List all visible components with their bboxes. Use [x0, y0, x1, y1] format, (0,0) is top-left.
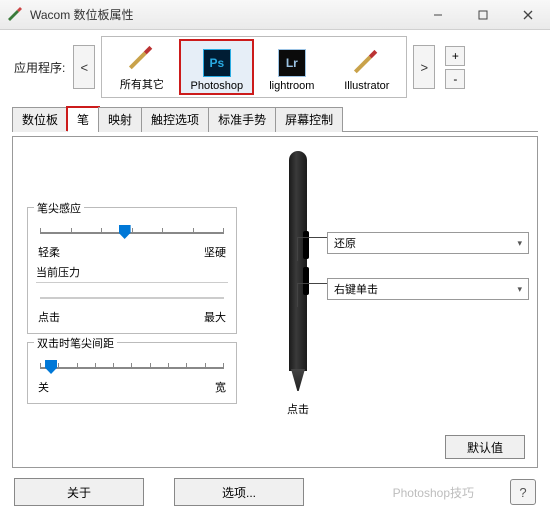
tab-mapping[interactable]: 映射: [98, 107, 142, 132]
close-button[interactable]: [505, 0, 550, 30]
application-list: 所有其它 Ps Photoshop Lr lightroom Illustrat…: [101, 36, 407, 98]
chevron-down-icon: ▾: [517, 238, 522, 249]
application-label: 应用程序:: [14, 59, 65, 76]
app-remove-button[interactable]: -: [445, 69, 465, 89]
tab-touch-options[interactable]: 触控选项: [141, 107, 209, 132]
window-title: Wacom 数位板属性: [30, 6, 415, 23]
pressure-click-label: 点击: [38, 309, 60, 325]
double-click-slider[interactable]: [40, 359, 224, 377]
tab-bar: 数位板 笔 映射 触控选项 标准手势 屏幕控制: [12, 106, 538, 132]
pencil-icon: [127, 44, 157, 74]
tip-feel-group: 笔尖感应 轻柔 坚硬 当前压力 点击 最大: [27, 207, 237, 334]
tab-tablet[interactable]: 数位板: [12, 107, 68, 132]
current-pressure-indicator: [40, 289, 224, 307]
pen-tip-label: 点击: [287, 401, 309, 417]
app-item-all-other[interactable]: 所有其它: [104, 39, 179, 95]
pen-button-assignments: 还原 ▾ 右键单击 ▾: [297, 155, 529, 307]
combo-value: 右键单击: [334, 281, 378, 297]
double-click-group: 双击时笔尖间距 关 宽: [27, 342, 237, 404]
pen-settings-panel: 笔尖感应 轻柔 坚硬 当前压力 点击 最大: [12, 136, 538, 468]
tab-pen[interactable]: 笔: [67, 107, 99, 132]
lightroom-icon: Lr: [277, 48, 307, 78]
about-button[interactable]: 关于: [14, 478, 144, 506]
title-bar: Wacom 数位板属性: [0, 0, 550, 30]
lower-button-combo[interactable]: 右键单击 ▾: [327, 278, 529, 300]
tab-screen-control[interactable]: 屏幕控制: [275, 107, 343, 132]
leader-line: [297, 283, 327, 307]
app-add-button[interactable]: +: [445, 46, 465, 66]
minimize-button[interactable]: [415, 0, 460, 30]
help-button[interactable]: ?: [510, 479, 536, 505]
double-click-header: 双击时笔尖间距: [34, 335, 117, 351]
defaults-button[interactable]: 默认值: [445, 435, 525, 459]
app-item-label: Illustrator: [344, 80, 389, 92]
app-item-label: 所有其它: [120, 76, 164, 92]
watermark-text: Photoshop技巧: [334, 484, 480, 501]
chevron-down-icon: ▾: [517, 284, 522, 295]
dbl-off-label: 关: [38, 379, 49, 395]
tip-firm-label: 坚硬: [204, 244, 226, 260]
pressure-max-label: 最大: [204, 309, 226, 325]
bottom-bar: 关于 选项... Photoshop技巧 ?: [0, 474, 550, 510]
options-button[interactable]: 选项...: [174, 478, 304, 506]
tip-feel-header: 笔尖感应: [34, 200, 84, 216]
tab-standard-gestures[interactable]: 标准手势: [208, 107, 276, 132]
photoshop-icon: Ps: [202, 48, 232, 78]
upper-button-combo[interactable]: 还原 ▾: [327, 232, 529, 254]
app-item-label: lightroom: [269, 80, 314, 92]
dbl-wide-label: 宽: [215, 379, 226, 395]
app-next-button[interactable]: >: [413, 45, 435, 89]
pencil-icon: [352, 48, 382, 78]
app-item-label: Photoshop: [191, 80, 244, 92]
application-row: 应用程序: < 所有其它 Ps Photoshop Lr lightroom I…: [0, 30, 550, 102]
tip-feel-slider[interactable]: [40, 224, 224, 242]
combo-value: 还原: [334, 235, 356, 251]
tip-soft-label: 轻柔: [38, 244, 60, 260]
app-prev-button[interactable]: <: [73, 45, 95, 89]
app-item-photoshop[interactable]: Ps Photoshop: [179, 39, 254, 95]
current-pressure-header: 当前压力: [36, 264, 228, 283]
app-logo-icon: [8, 7, 24, 23]
left-column: 笔尖感应 轻柔 坚硬 当前压力 点击 最大: [27, 147, 237, 459]
app-item-lightroom[interactable]: Lr lightroom: [254, 39, 329, 95]
leader-line: [297, 237, 327, 261]
maximize-button[interactable]: [460, 0, 505, 30]
help-icon: ?: [519, 485, 526, 500]
app-item-illustrator[interactable]: Illustrator: [329, 39, 404, 95]
